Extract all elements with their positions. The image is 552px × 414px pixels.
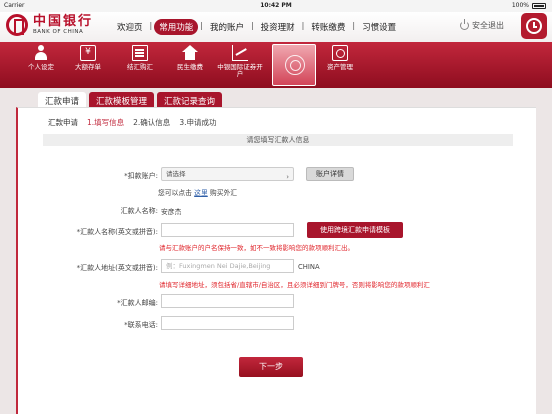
battery-percent: 100%: [511, 2, 529, 9]
buy-fx-hint: 您可以点击 这里 购买外汇: [158, 189, 238, 197]
history-button[interactable]: [521, 13, 547, 39]
top-nav: 欢迎页 | 常用功能 | 我的账户 | 投资理财 | 转账缴费 | 习惯设置: [112, 19, 401, 35]
address-note: 请填写详细地址，须包括省/直辖市/自治区，且必须详细到门牌号，否则将影响您的款项…: [159, 281, 430, 289]
phone-label: *联系电话:: [124, 321, 158, 329]
func-item-asset-management[interactable]: 资产管理: [317, 45, 363, 71]
step-indicator: 汇款申请 1.填写信息 2.确认信息 3.申请成功: [48, 117, 216, 128]
clock-icon: [526, 18, 542, 34]
address-label: *汇款人地址(英文或拼音):: [76, 264, 158, 272]
remittance-icon: [285, 55, 305, 75]
yuan-icon: ¥: [80, 45, 96, 61]
bank-logo[interactable]: 中国银行 BANK OF CHINA: [6, 14, 93, 36]
status-bar: Carrier 10:42 PM 100%: [0, 0, 552, 12]
zip-label: *汇款人邮编:: [117, 299, 158, 307]
func-item-fx-exchange[interactable]: 结汇购汇: [117, 45, 163, 71]
bank-name-en: BANK OF CHINA: [33, 29, 84, 35]
func-item-utility-payment[interactable]: 民生缴费: [167, 45, 213, 71]
person-icon: [33, 45, 49, 61]
asset-icon: [332, 45, 348, 61]
main-content: 汇款申请 汇款模板管理 汇款记录查询 汇款申请 1.填写信息 2.确认信息 3.…: [16, 88, 536, 414]
account-detail-button[interactable]: 账户详情: [306, 167, 354, 181]
power-icon: [460, 19, 469, 30]
header: 中国银行 BANK OF CHINA 欢迎页 | 常用功能 | 我的账户 | 投…: [0, 12, 552, 42]
func-item-remittance-selected[interactable]: [272, 44, 316, 86]
form-panel: 汇款申请 1.填写信息 2.确认信息 3.申请成功 请您填写汇款人信息 *扣款账…: [16, 107, 536, 414]
remitter-name-value: 安彦杰: [161, 208, 182, 216]
address-input[interactable]: 例：Fuxingmen Nei Dajie,Beijing: [161, 259, 294, 273]
func-item-securities-account[interactable]: 中银国际证券开户: [217, 45, 263, 78]
zip-input[interactable]: [161, 294, 294, 308]
remitter-en-name-label: *汇款人名称(英文或拼音):: [76, 228, 158, 236]
nav-item-my-account[interactable]: 我的账户: [205, 19, 249, 35]
nav-item-welcome[interactable]: 欢迎页: [112, 19, 148, 35]
function-bar: 个人设定 ¥ 大额存单 结汇购汇 民生缴费 中银国际证券开户 资产管理: [0, 42, 552, 88]
func-item-large-deposit[interactable]: ¥ 大额存单: [65, 45, 111, 71]
debit-account-label: *扣款账户:: [124, 172, 158, 180]
house-icon: [182, 45, 198, 61]
remitter-en-name-input[interactable]: [161, 223, 294, 237]
battery-icon: [532, 2, 546, 9]
step-2: 2.确认信息: [133, 118, 171, 127]
phone-input[interactable]: [161, 316, 294, 330]
chevron-right-icon: ›: [286, 173, 289, 181]
document-icon: [132, 45, 148, 61]
logout-label: 安全退出: [472, 21, 504, 30]
logout-button[interactable]: 安全退出: [460, 19, 504, 31]
time-label: 10:42 PM: [260, 2, 292, 9]
chart-icon: [232, 45, 248, 61]
battery-indicator: 100%: [512, 2, 546, 9]
use-template-button[interactable]: 使用跨境汇款申请模板: [307, 222, 403, 238]
nav-item-settings[interactable]: 习惯设置: [357, 19, 401, 35]
bank-emblem-icon: [6, 14, 28, 36]
nav-item-transfer[interactable]: 转账缴费: [306, 19, 350, 35]
address-country: CHINA: [298, 263, 320, 271]
step-3: 3.申请成功: [179, 118, 217, 127]
next-step-button[interactable]: 下一步: [239, 357, 303, 377]
bank-name-cn: 中国银行: [33, 14, 94, 29]
remitter-name-label: 汇款人名称:: [120, 207, 158, 215]
nav-item-common[interactable]: 常用功能: [154, 19, 199, 35]
step-title: 汇款申请: [48, 118, 78, 127]
section-title: 请您填写汇款人信息: [43, 134, 513, 146]
name-note: 请与汇款账户的户名保持一致，如不一致将影响您的款项顺利汇出。: [159, 244, 354, 252]
func-item-personal-settings[interactable]: 个人设定: [18, 45, 64, 71]
buy-fx-link[interactable]: 这里: [194, 189, 208, 197]
step-1: 1.填写信息: [87, 118, 125, 127]
debit-account-select[interactable]: 请选择 ›: [161, 167, 294, 181]
nav-item-invest[interactable]: 投资理财: [256, 19, 300, 35]
